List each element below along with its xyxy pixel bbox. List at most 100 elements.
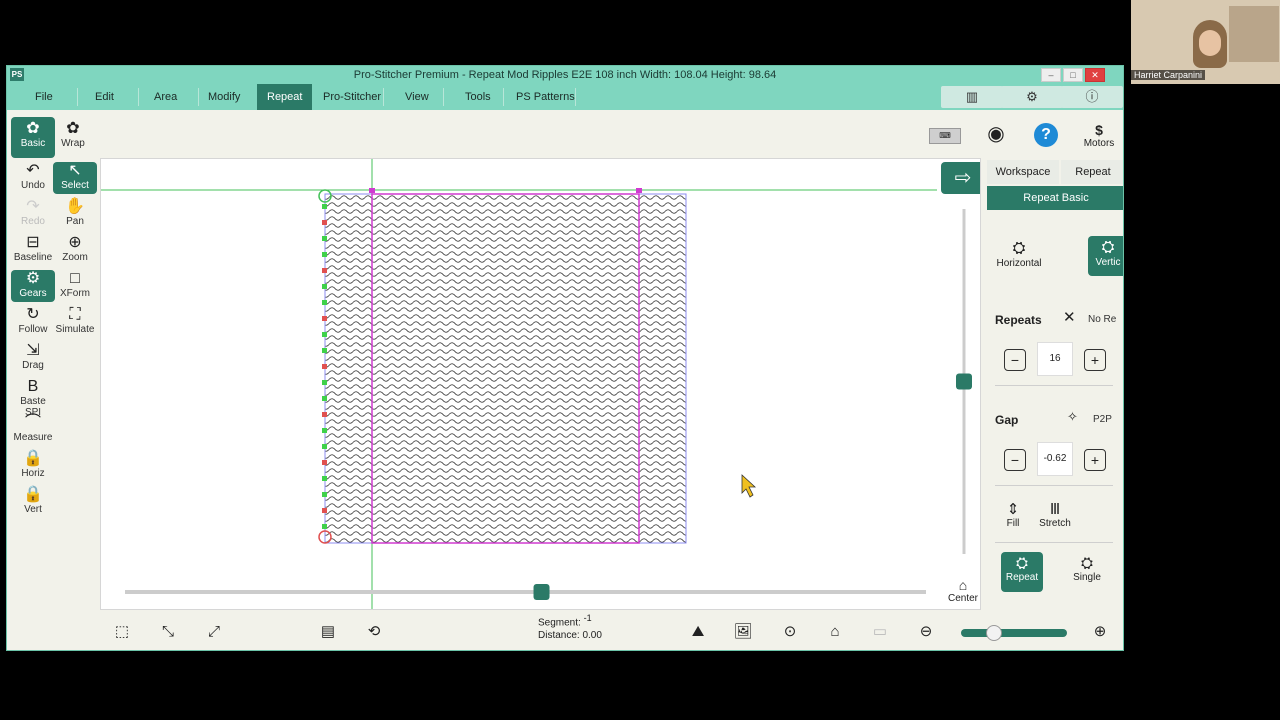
info-icon[interactable]: ⓘ — [1061, 86, 1123, 108]
edge-marker — [322, 396, 327, 401]
chart-icon[interactable]: ⛰ — [687, 621, 709, 643]
repeat-mode-button[interactable]: ⛭ Repeat — [1001, 552, 1043, 592]
p2p-icon[interactable]: ✧ — [1067, 409, 1078, 425]
wrap-quilt-icon: ✿ — [66, 120, 80, 137]
tool-xform[interactable]: □ XForm — [53, 270, 97, 302]
tool-gears[interactable]: ⚙ Gears — [11, 270, 55, 302]
zoom-in-icon[interactable]: ⊕ — [1089, 621, 1111, 643]
tool-redo[interactable]: ↷ Redo — [11, 198, 55, 230]
edge-marker — [322, 348, 327, 353]
edge-marker — [322, 300, 327, 305]
tool-measure[interactable]: ⌒ Measure — [11, 414, 55, 446]
maximize-button[interactable]: □ — [1063, 68, 1083, 82]
drag-icon: ⇲ — [26, 342, 40, 359]
menu-view[interactable]: View — [395, 84, 439, 110]
tool-select[interactable]: ↖ Select — [53, 162, 97, 194]
fill-button[interactable]: ⇕ Fill — [1001, 500, 1025, 529]
edge-marker — [322, 476, 327, 481]
segment-readout: Segment: -1 — [538, 613, 592, 629]
disabled-view-icon: ▭ — [872, 623, 888, 640]
select-box-icon[interactable]: ⬚ — [111, 621, 133, 643]
basic-tool[interactable]: ✿ Basic — [11, 117, 55, 158]
menu-area[interactable]: Area — [144, 84, 187, 110]
stretch-icon: Ⅲ — [1049, 501, 1061, 518]
zoom-fit-icon[interactable]: ⊙ — [779, 621, 801, 643]
tool-baste-spi[interactable]: B Baste SPI — [11, 378, 55, 418]
gear-icon[interactable]: ⚙ — [1001, 86, 1063, 108]
magenta-handle-right — [636, 188, 642, 193]
stretch-button[interactable]: Ⅲ Stretch — [1035, 500, 1075, 529]
menu-pro-stitcher[interactable]: Pro-Stitcher — [313, 84, 391, 110]
single-mode-button[interactable]: ⛭ Single — [1067, 555, 1107, 583]
vertical-repeat-icon: ⛭ — [1101, 239, 1115, 256]
help-icon[interactable]: ? — [1034, 123, 1058, 147]
gap-increase-button[interactable]: + — [1084, 449, 1106, 471]
menu-edit[interactable]: Edit — [85, 84, 124, 110]
horizontal-button[interactable]: ⛭ Horizontal — [993, 240, 1045, 269]
keyboard-icon[interactable]: ⌨ — [929, 128, 961, 144]
vertical-slider-thumb — [956, 373, 972, 390]
zoom-icon: ⊕ — [68, 234, 82, 251]
edge-marker — [322, 524, 327, 529]
tool-follow[interactable]: ↻ Follow — [11, 306, 55, 338]
repeats-decrease-button[interactable]: − — [1004, 349, 1026, 371]
zoom-slider-track[interactable] — [961, 625, 1067, 641]
participant-name: Harriet Carpanini — [1131, 70, 1206, 80]
tool-vert[interactable]: 🔒 Vert — [11, 486, 55, 518]
minimize-button[interactable]: – — [1041, 68, 1061, 82]
edge-marker — [322, 252, 327, 257]
select-icon: ↖ — [68, 162, 82, 179]
select-end-icon[interactable]: ⤢ — [203, 621, 225, 643]
app-window: PS Pro-Stitcher Premium - Repeat Mod Rip… — [6, 65, 1124, 651]
arrow-right-icon[interactable]: ⇨ — [941, 162, 980, 194]
gap-input[interactable]: -0.62 — [1037, 442, 1073, 476]
tab-repeat-basic[interactable]: Repeat Basic — [987, 186, 1123, 210]
menu-modify[interactable]: Modify — [198, 84, 250, 110]
zoom-slider-thumb[interactable] — [985, 625, 1002, 641]
no-repeat-icon[interactable]: ✕ — [1063, 308, 1076, 326]
edge-marker — [322, 236, 327, 241]
tool-zoom[interactable]: ⊕ Zoom — [53, 234, 97, 266]
home-view-icon[interactable]: ⌂ — [824, 621, 846, 643]
menu-ps-patterns[interactable]: PS Patterns — [506, 84, 585, 110]
webcam-overlay: Harriet Carpanini — [1131, 0, 1280, 84]
center-button[interactable]: ⌂ Center — [945, 577, 980, 604]
gap-decrease-button[interactable]: − — [1004, 449, 1026, 471]
edge-marker — [322, 428, 327, 433]
book-icon[interactable]: ▥ — [941, 86, 1003, 108]
close-button[interactable]: ✕ — [1085, 68, 1105, 82]
design-canvas[interactable]: ⇨ ⌂ Center — [100, 158, 981, 610]
tool-undo[interactable]: ↶ Undo — [11, 162, 55, 194]
vertical-button[interactable]: ⛭ Vertic — [1088, 236, 1123, 276]
edge-marker — [322, 412, 327, 417]
image-icon[interactable]: 🖼 — [732, 621, 754, 643]
repeats-input[interactable]: 16 — [1037, 342, 1073, 376]
tool-simulate[interactable]: ⛶ Simulate — [53, 306, 97, 338]
wrap-tool[interactable]: ✿ Wrap — [51, 117, 95, 158]
zoom-out-icon[interactable]: ⊖ — [915, 621, 937, 643]
menu-repeat[interactable]: Repeat — [257, 84, 313, 110]
window-title: Pro-Stitcher Premium - Repeat Mod Ripple… — [353, 69, 777, 81]
tool-horiz[interactable]: 🔒 Horiz — [11, 450, 55, 482]
tool-drag[interactable]: ⇲ Drag — [11, 342, 55, 374]
edge-marker — [322, 332, 327, 337]
horizontal-repeat-icon: ⛭ — [1012, 240, 1026, 257]
tab-workspace[interactable]: Workspace — [987, 160, 1059, 184]
tool-baseline[interactable]: ⊟ Baseline — [11, 234, 55, 266]
swap-icon[interactable]: ⟲ — [363, 621, 385, 643]
canvas-svg — [101, 159, 972, 609]
ripple-pattern-fill — [325, 194, 686, 543]
menu-file[interactable]: File — [25, 84, 63, 110]
follow-icon: ↻ — [26, 306, 40, 323]
select-start-icon[interactable]: ⤡ — [157, 621, 179, 643]
tab-repeat[interactable]: Repeat — [1061, 160, 1123, 184]
wifi-icon[interactable]: ◉ — [983, 121, 1009, 147]
motors-button[interactable]: $ Motors — [1081, 122, 1117, 149]
menu-tools[interactable]: Tools — [455, 84, 501, 110]
repeats-increase-button[interactable]: + — [1084, 349, 1106, 371]
simulate-icon: ⛶ — [69, 306, 81, 323]
title-bar: PS Pro-Stitcher Premium - Repeat Mod Rip… — [7, 66, 1123, 84]
tool-pan[interactable]: ✋ Pan — [53, 198, 97, 230]
right-panel: Workspace Repeat Repeat Basic ⛭ Horizont… — [987, 158, 1123, 608]
monitor-icon[interactable]: ▤ — [317, 621, 339, 643]
